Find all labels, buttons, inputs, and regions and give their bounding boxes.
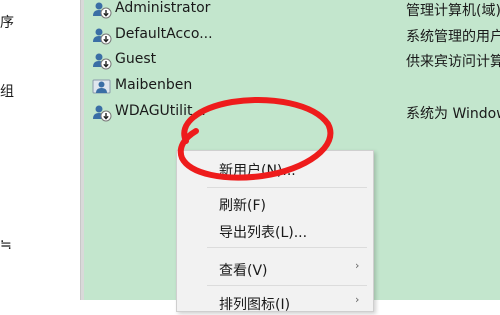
list-item[interactable]: WDAGUtilit... 系统为 Windows xyxy=(90,100,500,126)
tree-item-fragment[interactable]: 组 xyxy=(0,81,14,101)
menu-item-label: 导出列表(L)... xyxy=(219,225,308,241)
disabled-user-icon xyxy=(93,105,112,122)
menu-item-new-user[interactable]: 新用户(N)... xyxy=(177,157,373,181)
menu-item-export-list[interactable]: 导出列表(L)... xyxy=(177,219,373,243)
user-name: DefaultAcco... xyxy=(115,26,213,42)
user-description: 管理计算机(域) xyxy=(406,3,500,19)
menu-item-label: 排列图标(I) xyxy=(219,297,291,313)
user-name: Guest xyxy=(115,51,157,67)
list-item[interactable]: Maibenben xyxy=(90,74,500,100)
menu-item-arrange-icons[interactable]: 排列图标(I) › xyxy=(177,291,373,315)
user-description: 系统为 Windows xyxy=(406,106,500,122)
user-icon xyxy=(92,79,111,94)
user-description: 供来宾访问计算 xyxy=(406,54,500,70)
menu-item-view[interactable]: 查看(V) › xyxy=(177,257,373,281)
tree-item-fragment[interactable]: 序 xyxy=(0,12,14,32)
user-description: 系统管理的用户 xyxy=(406,29,500,45)
disabled-user-icon xyxy=(93,53,112,70)
user-name: WDAGUtilit... xyxy=(115,103,206,119)
menu-separator xyxy=(207,285,367,286)
tree-pane: 序 组 ≒ xyxy=(0,0,80,300)
menu-item-label: 查看(V) xyxy=(219,263,268,279)
menu-separator xyxy=(207,247,367,248)
menu-item-label: 刷新(F) xyxy=(219,198,266,214)
list-item[interactable]: DefaultAcco... 系统管理的用户 xyxy=(90,23,500,49)
tree-item-fragment[interactable]: ≒ xyxy=(0,237,12,253)
list-item[interactable]: Guest 供来宾访问计算 xyxy=(90,48,500,74)
menu-item-label: 新用户(N)... xyxy=(219,163,296,179)
menu-separator xyxy=(207,187,367,188)
user-name: Administrator xyxy=(115,0,211,16)
user-name: Maibenben xyxy=(115,77,193,93)
submenu-arrow-icon: › xyxy=(355,259,360,272)
list-item[interactable]: Administrator 管理计算机(域) xyxy=(90,0,500,23)
disabled-user-icon xyxy=(93,28,112,45)
menu-item-refresh[interactable]: 刷新(F) xyxy=(177,192,373,216)
context-menu: 新用户(N)... 刷新(F) 导出列表(L)... 查看(V) › 排列图标(… xyxy=(176,150,374,315)
disabled-user-icon xyxy=(93,2,112,19)
